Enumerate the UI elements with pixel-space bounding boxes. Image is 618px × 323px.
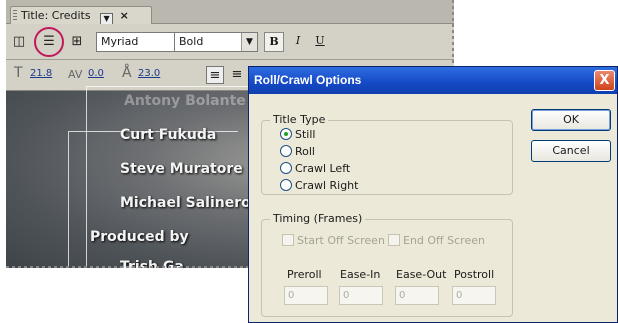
radio-icon[interactable] (280, 179, 292, 191)
radio-label: Crawl Right (295, 179, 359, 192)
leading-icon: Å (122, 65, 132, 81)
checkbox-label: End Off Screen (403, 234, 485, 247)
radio-crawl-right[interactable]: Crawl Right (280, 179, 358, 195)
tab-close-button[interactable]: × (120, 9, 129, 22)
ease-out-input[interactable]: 0 (395, 286, 439, 305)
roll-crawl-dialog: Roll/Crawl Options X Title Type Still Ro… (248, 66, 618, 323)
timing-group: Timing (Frames) Start Off Screen End Off… (261, 212, 513, 317)
dialog-titlebar[interactable]: Roll/Crawl Options (249, 67, 617, 94)
start-off-screen-checkbox[interactable]: Start Off Screen (282, 234, 385, 247)
postroll-label: Postroll (454, 268, 495, 281)
radio-label: Roll (295, 145, 315, 158)
leading-value[interactable]: 23.0 (138, 68, 160, 79)
postroll-input[interactable]: 0 (452, 286, 496, 305)
panel-tab-bar: Title: Credits ▼ × (6, 0, 454, 25)
italic-button[interactable]: I (288, 32, 308, 52)
callout-circle (34, 27, 64, 57)
font-style-value: Bold (179, 35, 204, 48)
cancel-button[interactable]: Cancel (531, 140, 611, 162)
tab-stops-icon[interactable]: ⊞ (68, 33, 86, 51)
tab-title-credits[interactable]: Title: Credits ▼ × (10, 6, 152, 25)
font-size-icon: T (14, 65, 23, 81)
checkbox-icon[interactable] (388, 234, 400, 246)
end-off-screen-checkbox[interactable]: End Off Screen (388, 234, 485, 247)
ok-button[interactable]: OK (531, 109, 611, 131)
title-toolbar: ◫ ☰ ⊞ Myriad ▼ Bold ▼ (6, 24, 454, 60)
checkbox-label: Start Off Screen (297, 234, 385, 247)
credit-line: Antony Bolante (124, 93, 246, 109)
align-center-icon[interactable]: ≡ (228, 66, 246, 84)
radio-label: Still (295, 128, 316, 141)
new-title-icon[interactable]: ◫ (10, 33, 28, 51)
group-label: Title Type (270, 113, 329, 126)
radio-label: Crawl Left (295, 162, 351, 175)
credit-line: Produced by (90, 229, 189, 245)
ease-in-input[interactable]: 0 (339, 286, 383, 305)
credit-line: Curt Fukuda (120, 127, 217, 143)
font-family-value: Myriad (101, 35, 139, 48)
radio-selected-icon[interactable] (280, 128, 292, 140)
credit-line: Steve Muratore (120, 161, 243, 177)
ease-in-label: Ease-In (340, 268, 381, 281)
kerning-icon: AV (68, 68, 83, 81)
preroll-input[interactable]: 0 (284, 286, 328, 305)
group-label: Timing (Frames) (270, 212, 366, 225)
ease-out-label: Ease-Out (396, 268, 447, 281)
bold-button[interactable]: B (264, 32, 284, 52)
radio-icon[interactable] (280, 145, 292, 157)
radio-crawl-left[interactable]: Crawl Left (280, 162, 350, 178)
title-type-group: Title Type Still Roll Crawl Left Crawl R… (261, 113, 513, 195)
font-size-value[interactable]: 21.8 (30, 68, 52, 79)
grip-icon[interactable] (13, 10, 17, 21)
tab-label: Title: Credits (21, 9, 91, 22)
radio-roll[interactable]: Roll (280, 145, 315, 161)
align-left-icon[interactable]: ≡ (206, 66, 224, 84)
radio-icon[interactable] (280, 162, 292, 174)
kerning-value[interactable]: 0.0 (88, 68, 104, 79)
checkbox-icon[interactable] (282, 234, 294, 246)
credit-line: Michael Salinero (120, 195, 251, 211)
preroll-label: Preroll (287, 268, 322, 281)
underline-button[interactable]: U (310, 32, 330, 52)
close-icon[interactable]: X (594, 70, 615, 91)
radio-still[interactable]: Still (280, 128, 315, 144)
font-style-select[interactable]: Bold ▼ (174, 32, 258, 52)
chevron-down-icon: ▼ (241, 33, 257, 51)
